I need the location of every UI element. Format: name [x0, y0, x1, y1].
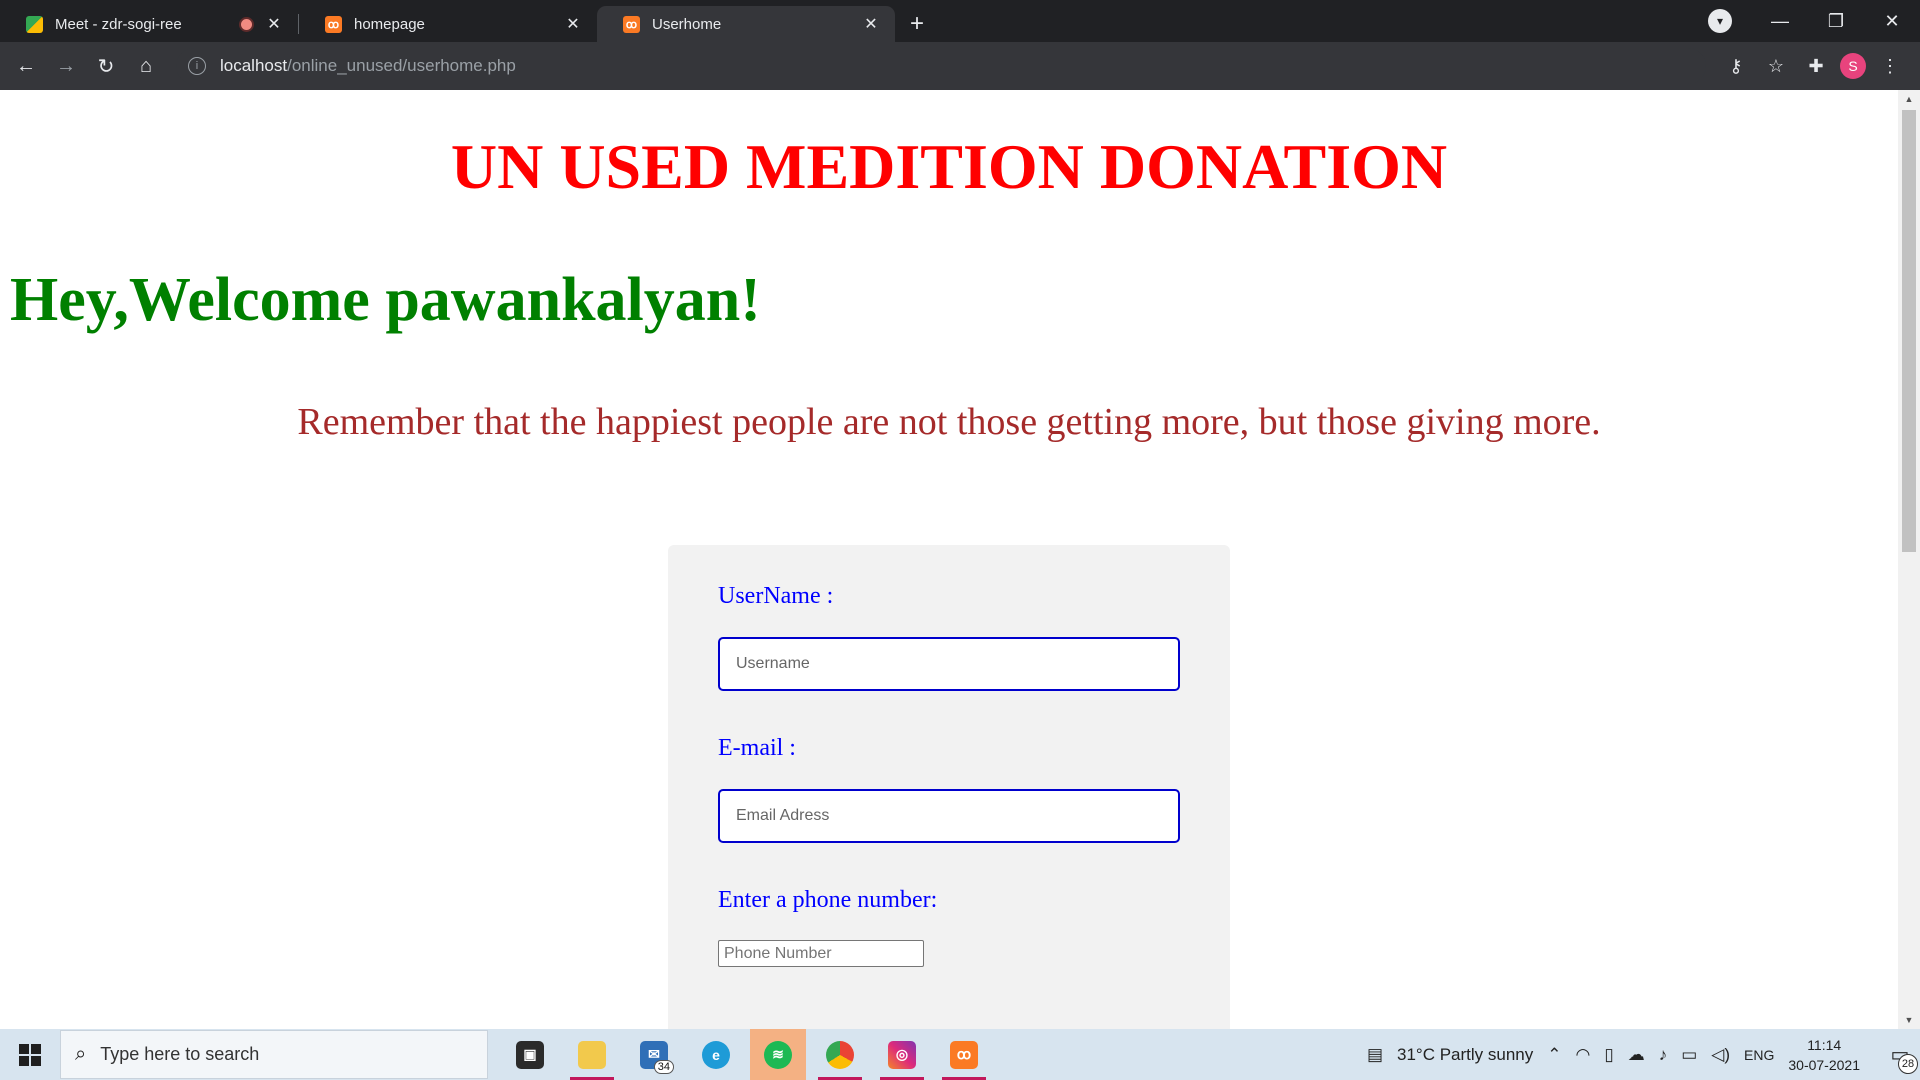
tab-userhome[interactable]: ꝏ Userhome ✕	[597, 6, 895, 42]
clock-time: 11:14	[1807, 1036, 1842, 1053]
close-icon[interactable]: ✕	[861, 14, 881, 34]
tab-label: Userhome	[652, 15, 722, 33]
chevron-up-icon[interactable]: ⌃	[1547, 1045, 1561, 1065]
scroll-up-arrow-icon[interactable]: ▲	[1898, 90, 1920, 108]
tab-meet[interactable]: Meet - zdr-sogi-ree ✕	[0, 6, 298, 42]
email-input[interactable]	[718, 789, 1180, 843]
email-label: E-mail :	[718, 735, 796, 761]
close-icon[interactable]: ✕	[563, 14, 583, 34]
instagram-icon: ◎	[888, 1040, 916, 1069]
donation-form: UserName : E-mail : Enter a phone number…	[668, 545, 1230, 1029]
folder-icon	[578, 1040, 606, 1069]
taskbar-mail-app[interactable]: ✉ 34	[626, 1029, 682, 1080]
phone-input[interactable]	[718, 940, 924, 967]
taskbar-edge-app[interactable]: e	[688, 1029, 744, 1080]
username-input[interactable]	[718, 637, 1180, 691]
xampp-icon: ꝏ	[950, 1040, 978, 1069]
donation-quote: Remember that the happiest people are no…	[297, 401, 1601, 443]
notification-count-badge: 28	[1898, 1054, 1918, 1074]
taskbar-search-box[interactable]: ⌕ Type here to search	[60, 1030, 488, 1079]
taskbar-instagram-app[interactable]: ◎	[874, 1029, 930, 1080]
weather-icon[interactable]: ▤	[1367, 1045, 1383, 1065]
clock-date: 30-07-2021	[1788, 1056, 1860, 1073]
site-info-icon[interactable]: i	[188, 57, 206, 75]
scroll-down-arrow-icon[interactable]: ▼	[1898, 1011, 1920, 1029]
wifi-icon[interactable]: ◠	[1576, 1045, 1591, 1065]
taskbar-store-app[interactable]: ▣	[502, 1029, 558, 1080]
taskbar-spotify-app[interactable]: ≋	[750, 1029, 806, 1080]
search-icon: ⌕	[75, 1043, 87, 1065]
taskbar-xampp-app[interactable]: ꝏ	[936, 1029, 992, 1080]
google-meet-icon	[26, 15, 43, 33]
key-icon[interactable]: ⚷	[1720, 46, 1752, 86]
toolbar-actions: ⚷ ☆ ✚ S ⋮	[1720, 46, 1906, 86]
url-host: localhost	[220, 56, 288, 75]
extensions-puzzle-icon[interactable]: ✚	[1800, 46, 1832, 86]
page-scrollbar[interactable]: ▲ ▼	[1898, 90, 1920, 1029]
device-icon[interactable]: ▯	[1604, 1045, 1613, 1065]
browser-toolbar: ← → ↻ ⌂ i localhost/online_unused/userho…	[0, 42, 1920, 90]
tab-label: homepage	[354, 15, 425, 33]
url-path: /online_unused/userhome.php	[287, 56, 516, 75]
onedrive-cloud-icon[interactable]: ☁	[1628, 1045, 1645, 1065]
page-viewport: UN USED MEDITION DONATION Hey,Welcome pa…	[0, 90, 1898, 1029]
recording-indicator-icon	[239, 16, 254, 32]
bookmark-star-icon[interactable]: ☆	[1760, 46, 1792, 86]
tab-homepage[interactable]: ꝏ homepage ✕	[299, 6, 597, 42]
profile-avatar[interactable]: S	[1840, 53, 1866, 79]
window-controls: — ❐ ✕	[1752, 0, 1920, 42]
welcome-message: Hey,Welcome pawankalyan!	[10, 266, 761, 334]
taskbar-file-explorer-app[interactable]	[564, 1029, 620, 1080]
microphone-icon[interactable]: ♪	[1659, 1045, 1668, 1065]
close-icon[interactable]: ✕	[264, 14, 284, 34]
phone-label: Enter a phone number:	[718, 887, 938, 913]
spotify-icon: ≋	[764, 1040, 792, 1069]
language-indicator[interactable]: ENG	[1744, 1047, 1774, 1063]
tab-search-icon[interactable]: ▾	[1708, 9, 1732, 33]
minimize-button[interactable]: —	[1752, 0, 1808, 42]
address-bar[interactable]: i localhost/online_unused/userhome.php	[176, 48, 1706, 84]
xampp-icon: ꝏ	[325, 15, 342, 33]
restore-button[interactable]: ❐	[1808, 0, 1864, 42]
page-title: UN USED MEDITION DONATION	[450, 131, 1448, 202]
browser-tab-strip: Meet - zdr-sogi-ree ✕ ꝏ homepage ✕ ꝏ Use…	[0, 0, 1920, 42]
volume-icon[interactable]: ◁)	[1711, 1045, 1730, 1065]
new-tab-button[interactable]: +	[899, 6, 935, 42]
notification-center-button[interactable]: ▭ 28	[1880, 1029, 1920, 1080]
xampp-icon: ꝏ	[623, 15, 640, 33]
username-label: UserName :	[718, 583, 834, 609]
mail-count-badge: 34	[653, 1060, 674, 1074]
system-tray: ▤ 31°C Partly sunny ⌃ ◠ ▯ ☁ ♪ ▭ ◁) ENG 1…	[1367, 1029, 1920, 1080]
taskbar-chrome-app[interactable]	[812, 1029, 868, 1080]
home-button[interactable]: ⌂	[126, 46, 166, 86]
store-bag-icon: ▣	[516, 1040, 544, 1069]
close-window-button[interactable]: ✕	[1864, 0, 1920, 42]
menu-kebab-icon[interactable]: ⋮	[1874, 46, 1906, 86]
back-button[interactable]: ←	[6, 46, 46, 86]
chrome-icon	[826, 1040, 854, 1069]
taskbar-clock[interactable]: 11:14 30-07-2021	[1788, 1035, 1860, 1075]
tab-label: Meet - zdr-sogi-ree	[55, 15, 182, 33]
edge-browser-icon: e	[702, 1040, 730, 1069]
weather-text[interactable]: 31°C Partly sunny	[1397, 1045, 1533, 1065]
taskbar-search-placeholder: Type here to search	[100, 1044, 260, 1064]
windows-logo-icon	[19, 1043, 41, 1066]
reload-button[interactable]: ↻	[86, 46, 126, 86]
battery-icon[interactable]: ▭	[1681, 1045, 1697, 1065]
scrollbar-thumb[interactable]	[1902, 110, 1916, 552]
start-button[interactable]	[0, 1029, 60, 1080]
forward-button[interactable]: →	[46, 46, 86, 86]
windows-taskbar: ⌕ Type here to search ▣ ✉ 34 e ≋ ◎ ꝏ ▤ 3…	[0, 1029, 1920, 1080]
